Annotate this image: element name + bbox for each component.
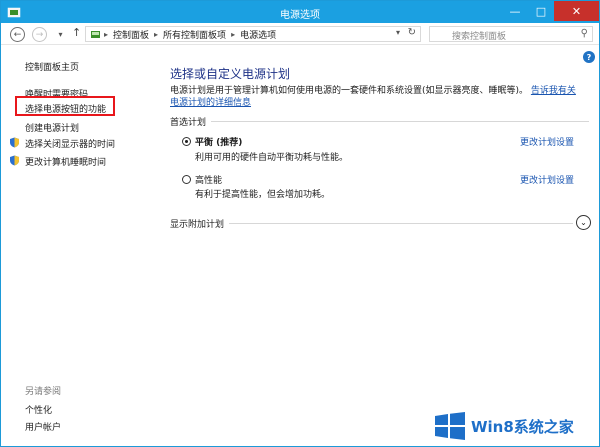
see-also-user-accounts-link[interactable]: 用户帐户 bbox=[25, 420, 61, 433]
show-additional-plans-label[interactable]: 显示附加计划 bbox=[170, 217, 224, 230]
window-controls: — □ ✕ bbox=[502, 1, 599, 21]
sidebar-item-sleep-time[interactable]: 更改计算机睡眠时间 bbox=[25, 155, 106, 168]
arrow-left-icon: ← bbox=[13, 29, 22, 40]
chevron-down-icon: ▾ bbox=[58, 30, 63, 39]
sidebar-item-create-plan[interactable]: 创建电源计划 bbox=[25, 121, 79, 134]
high-performance-plan-description: 有利于提高性能，但会增加功耗。 bbox=[195, 190, 331, 200]
highlight-box bbox=[15, 96, 115, 116]
breadcrumb-all-items[interactable]: 所有控制面板项 bbox=[163, 28, 226, 41]
preferred-plans-label: 首选计划 bbox=[170, 118, 207, 128]
page-description: 电源计划是用于管理计算机如何使用电源的一套硬件和系统设置(如显示器亮度、睡眠等)… bbox=[170, 85, 580, 109]
high-performance-plan-radio[interactable] bbox=[182, 175, 191, 184]
address-bar: ← → ▾ ↑ ▸ 控制面板 ▸ 所有控制面板项 ▸ 电源选项 ▾ ↻ 搜索控制… bbox=[1, 23, 599, 45]
balanced-change-settings-link[interactable]: 更改计划设置 bbox=[520, 135, 574, 148]
control-panel-home-link[interactable]: 控制面板主页 bbox=[25, 60, 79, 73]
balanced-plan-radio[interactable] bbox=[182, 137, 191, 146]
path-separator: ▸ bbox=[154, 29, 159, 39]
refresh-icon[interactable]: ↻ bbox=[408, 27, 416, 38]
section-divider bbox=[211, 121, 589, 122]
shield-icon bbox=[10, 155, 19, 166]
balanced-plan-description: 利用可用的硬件自动平衡功耗与性能。 bbox=[195, 153, 349, 163]
sidebar-item-display-off-time[interactable]: 选择关闭显示器的时间 bbox=[25, 137, 115, 150]
arrow-right-icon: → bbox=[35, 29, 44, 40]
arrow-up-icon: ↑ bbox=[72, 26, 82, 39]
close-button[interactable]: ✕ bbox=[554, 1, 599, 21]
shield-icon bbox=[10, 137, 19, 148]
control-panel-path-icon bbox=[91, 30, 100, 38]
high-performance-plan-name[interactable]: 高性能 bbox=[195, 173, 222, 186]
maximize-button[interactable]: □ bbox=[528, 1, 554, 21]
breadcrumb-power-options[interactable]: 电源选项 bbox=[240, 28, 276, 41]
forward-button[interactable]: → bbox=[32, 27, 47, 42]
search-placeholder: 搜索控制面板 bbox=[452, 32, 507, 42]
breadcrumb-control-panel[interactable]: 控制面板 bbox=[113, 28, 149, 41]
search-input[interactable]: 搜索控制面板 ⚲ bbox=[429, 26, 593, 42]
expand-additional-plans-button[interactable]: ⌄ bbox=[576, 215, 591, 230]
balanced-plan-name[interactable]: 平衡 (推荐) bbox=[195, 135, 242, 148]
section-divider bbox=[229, 223, 573, 224]
search-icon[interactable]: ⚲ bbox=[581, 28, 588, 39]
title-bar: 电源选项 — □ ✕ bbox=[1, 1, 599, 23]
help-icon[interactable]: ? bbox=[583, 51, 595, 63]
high-performance-change-settings-link[interactable]: 更改计划设置 bbox=[520, 173, 574, 186]
chevron-down-icon: ⌄ bbox=[580, 218, 587, 227]
windows-logo-icon bbox=[435, 412, 465, 440]
path-separator: ▸ bbox=[104, 29, 109, 39]
minimize-button[interactable]: — bbox=[502, 1, 528, 21]
path-separator: ▸ bbox=[231, 29, 236, 39]
see-also-heading: 另请参阅 bbox=[25, 387, 62, 397]
control-panel-window: 电源选项 — □ ✕ ← → ▾ ↑ ▸ 控制面板 ▸ 所有控制面板项 ▸ 电源… bbox=[0, 0, 600, 447]
recent-locations-button[interactable]: ▾ bbox=[53, 27, 68, 42]
see-also-personalization-link[interactable]: 个性化 bbox=[25, 403, 52, 416]
address-path[interactable]: ▸ 控制面板 ▸ 所有控制面板项 ▸ 电源选项 ▾ ↻ bbox=[85, 26, 421, 42]
up-button[interactable]: ↑ bbox=[72, 26, 81, 39]
page-title: 选择或自定义电源计划 bbox=[170, 67, 291, 81]
description-text: 电源计划是用于管理计算机如何使用电源的一套硬件和系统设置(如显示器亮度、睡眠等)… bbox=[170, 86, 529, 96]
watermark-text: Win8系统之家 bbox=[471, 418, 574, 436]
back-button[interactable]: ← bbox=[10, 27, 25, 42]
address-dropdown-icon[interactable]: ▾ bbox=[396, 28, 400, 37]
